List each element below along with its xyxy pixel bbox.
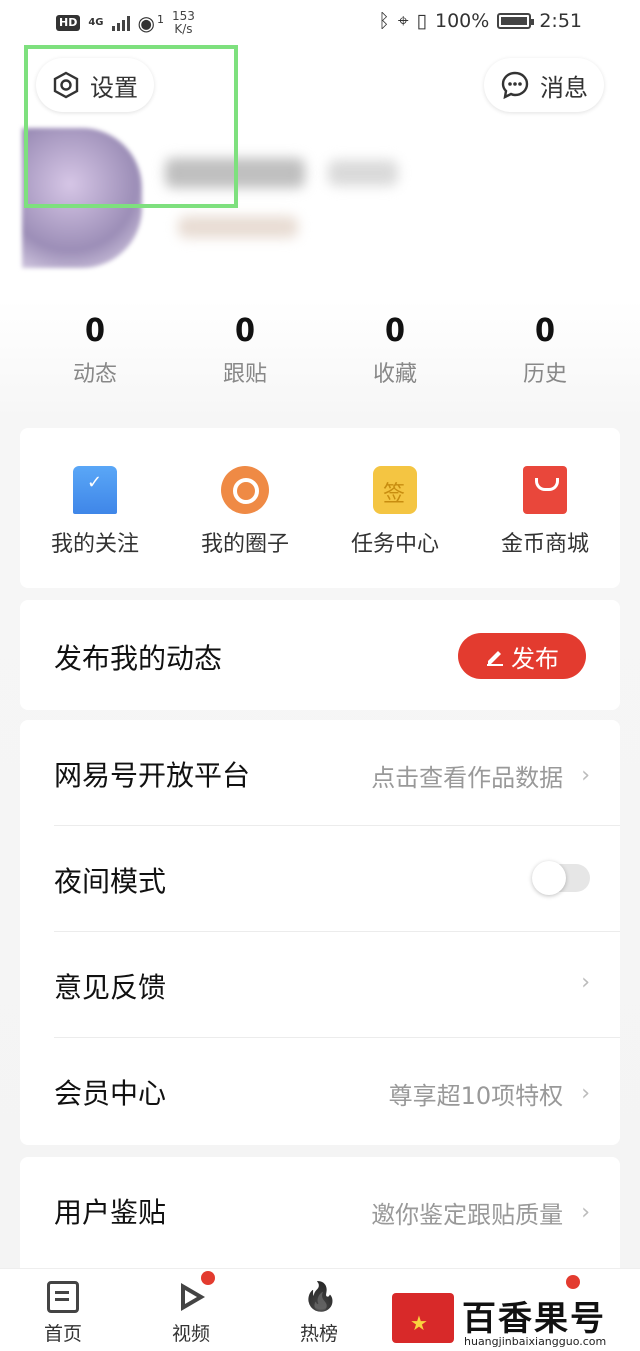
status-bar: HD 4G ◉ 1 153 K/s ᛒ ⌖ ▯ 100% 2:51 bbox=[0, 0, 640, 46]
chevron-right-icon: › bbox=[581, 970, 590, 995]
quick-label: 我的圈子 bbox=[200, 532, 289, 557]
blurred-username bbox=[165, 158, 305, 188]
hotspot-icon: ◉ bbox=[137, 11, 155, 35]
menu-row-night-mode: 夜间模式 bbox=[20, 826, 620, 932]
home-icon bbox=[47, 1281, 79, 1313]
chat-circle-icon bbox=[221, 466, 269, 514]
signal-icon bbox=[111, 15, 130, 31]
bookmark-check-icon bbox=[73, 466, 117, 514]
stat-label: 跟贴 bbox=[222, 362, 267, 387]
quick-label: 我的关注 bbox=[50, 532, 139, 557]
stat-posts[interactable]: 0 动态 bbox=[20, 312, 170, 388]
bluetooth-icon: ᛒ bbox=[378, 10, 390, 32]
play-icon bbox=[175, 1281, 207, 1313]
quick-my-circles[interactable]: 我的圈子 bbox=[170, 428, 320, 588]
quick-label: 金币商城 bbox=[500, 532, 589, 557]
messages-button[interactable]: 消息 bbox=[484, 58, 604, 112]
stat-label: 收藏 bbox=[372, 362, 417, 387]
stat-value: 0 bbox=[234, 311, 256, 349]
clock: 2:51 bbox=[539, 10, 582, 32]
chevron-right-icon: › bbox=[581, 1081, 590, 1106]
menu-row-member-center[interactable]: 会员中心 尊享超10项特权 › bbox=[20, 1038, 620, 1144]
quick-task-center[interactable]: 任务中心 bbox=[320, 428, 470, 588]
location-icon: ⌖ bbox=[397, 10, 409, 32]
nav-hot[interactable]: 热榜 bbox=[279, 1281, 359, 1346]
nav-home[interactable]: 首页 bbox=[23, 1281, 103, 1346]
hd-badge: HD bbox=[56, 15, 81, 31]
battery-percent: 100% bbox=[435, 10, 490, 32]
pencil-icon bbox=[487, 651, 503, 666]
battery-icon bbox=[497, 13, 535, 29]
nav-video[interactable]: 视频 bbox=[151, 1271, 231, 1346]
profile-page: HD 4G ◉ 1 153 K/s ᛒ ⌖ ▯ 100% 2:51 设置 消息 … bbox=[0, 0, 640, 1351]
network-speed: 153 K/s bbox=[172, 10, 195, 36]
chevron-right-icon: › bbox=[581, 1200, 590, 1225]
menu-title: 网易号开放平台 bbox=[54, 759, 251, 792]
blurred-username-extra bbox=[328, 160, 398, 186]
watermark-url: huangjinbaixiangguo.com bbox=[464, 1335, 607, 1348]
menu-title: 夜间模式 bbox=[54, 865, 167, 898]
nav-label: 视频 bbox=[171, 1323, 210, 1345]
quick-actions-card: 我的关注 我的圈子 任务中心 金币商城 bbox=[20, 428, 620, 588]
publish-button[interactable]: 发布 bbox=[458, 633, 586, 679]
watermark-name: 百香果号 bbox=[462, 1299, 606, 1339]
stat-value: 0 bbox=[84, 311, 106, 349]
avatar[interactable] bbox=[22, 128, 142, 268]
quick-my-follows[interactable]: 我的关注 bbox=[20, 428, 170, 588]
watermark-logo: 百香果号 huangjinbaixiangguo.com bbox=[392, 1283, 632, 1349]
vibrate-icon: ▯ bbox=[416, 10, 427, 32]
menu-hint: 点击查看作品数据 bbox=[371, 764, 564, 792]
menu-hint: 邀你鉴定跟贴质量 bbox=[371, 1201, 564, 1229]
publish-card: 发布我的动态 发布 bbox=[20, 600, 620, 710]
menu-hint: 尊享超10项特权 bbox=[388, 1082, 564, 1110]
menu-row-open-platform[interactable]: 网易号开放平台 点击查看作品数据 › bbox=[20, 720, 620, 826]
messages-label: 消息 bbox=[540, 73, 588, 102]
stat-history[interactable]: 0 历史 bbox=[470, 312, 620, 388]
speed-unit: K/s bbox=[174, 22, 193, 36]
stat-value: 0 bbox=[384, 311, 406, 349]
stat-label: 动态 bbox=[72, 362, 117, 387]
menu-title: 会员中心 bbox=[54, 1077, 167, 1110]
chevron-right-icon: › bbox=[581, 763, 590, 788]
stat-value: 0 bbox=[534, 311, 556, 349]
menu-title: 意见反馈 bbox=[54, 971, 167, 1004]
network-type: 4G bbox=[88, 17, 104, 28]
publish-button-label: 发布 bbox=[511, 644, 559, 673]
message-bubble-icon bbox=[501, 71, 529, 100]
stats-row: 0 动态 0 跟贴 0 收藏 0 历史 bbox=[20, 312, 620, 388]
settings-button[interactable]: 设置 bbox=[36, 58, 154, 112]
notification-dot bbox=[201, 1271, 215, 1285]
quick-coin-mall[interactable]: 金币商城 bbox=[470, 428, 620, 588]
stat-comments[interactable]: 0 跟贴 bbox=[170, 312, 320, 388]
stat-favorites[interactable]: 0 收藏 bbox=[320, 312, 470, 388]
shopping-bag-icon bbox=[523, 466, 567, 514]
night-mode-toggle[interactable] bbox=[532, 861, 590, 895]
settings-hexagon-icon bbox=[53, 71, 79, 99]
flame-icon bbox=[303, 1281, 335, 1313]
menu-row-feedback[interactable]: 意见反馈 › bbox=[20, 932, 620, 1038]
menu-card-2: 用户鉴贴 邀你鉴定跟贴质量 › bbox=[20, 1157, 620, 1277]
flag-logo-icon bbox=[392, 1293, 454, 1343]
settings-label: 设置 bbox=[90, 73, 138, 102]
quick-label: 任务中心 bbox=[350, 532, 439, 557]
sign-in-calendar-icon bbox=[373, 466, 417, 514]
nav-label: 首页 bbox=[43, 1323, 82, 1345]
speed-value: 153 bbox=[171, 9, 195, 23]
blurred-user-badge bbox=[178, 216, 298, 238]
menu-card: 网易号开放平台 点击查看作品数据 › 夜间模式 意见反馈 › 会员中心 尊享超1… bbox=[20, 720, 620, 1145]
nav-label: 热榜 bbox=[299, 1323, 338, 1345]
menu-row-user-review[interactable]: 用户鉴贴 邀你鉴定跟贴质量 › bbox=[20, 1157, 620, 1263]
menu-title: 用户鉴贴 bbox=[54, 1196, 167, 1229]
hotspot-count: 1 bbox=[156, 12, 164, 26]
publish-title: 发布我的动态 bbox=[54, 642, 223, 675]
stat-label: 历史 bbox=[522, 362, 567, 387]
